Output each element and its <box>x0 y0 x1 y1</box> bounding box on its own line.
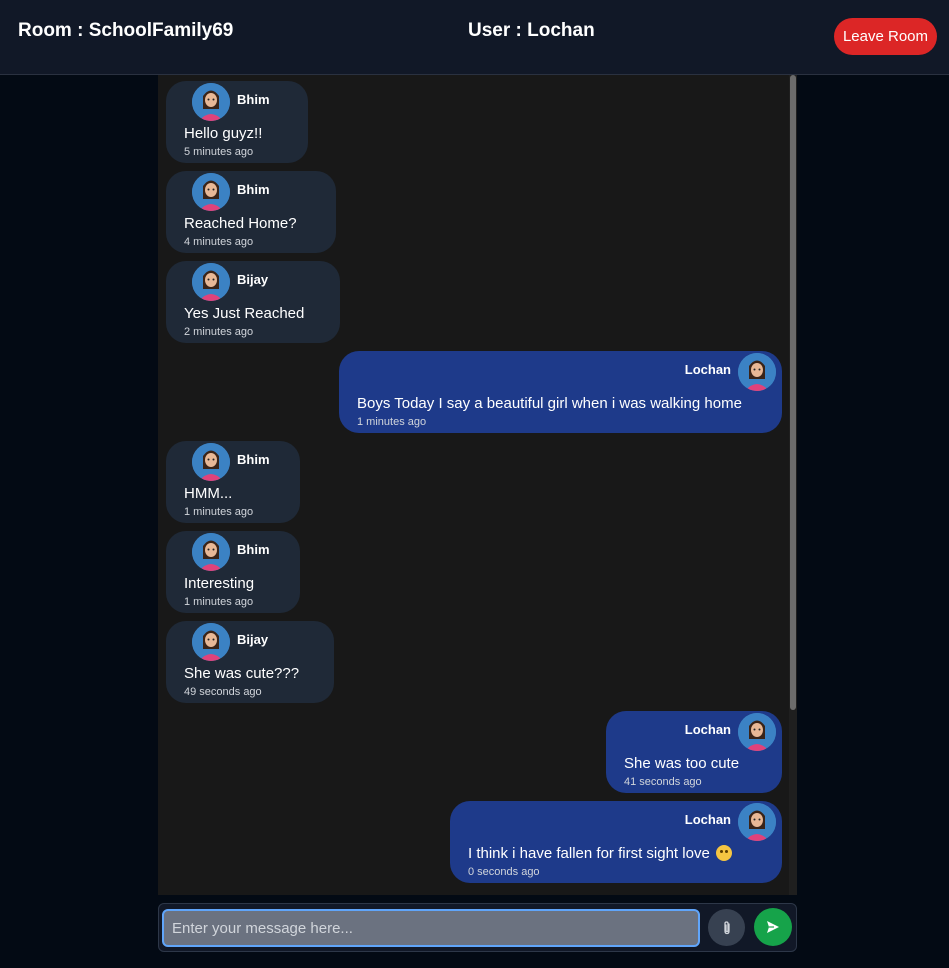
message-timestamp: 1 minutes ago <box>184 596 254 608</box>
user-avatar-icon <box>192 623 230 661</box>
sender-name: Bhim <box>237 452 270 467</box>
message-text: Reached Home? <box>184 215 297 232</box>
user-avatar-icon <box>738 353 776 391</box>
chat-scrollbar[interactable] <box>789 75 797 895</box>
message-bubble: Lochan Boys Today I say a beautiful girl… <box>339 351 782 433</box>
user-avatar-icon <box>192 533 230 571</box>
attach-file-button[interactable] <box>708 909 745 946</box>
message-timestamp: 5 minutes ago <box>184 146 254 158</box>
message-input[interactable] <box>162 909 700 947</box>
message-timestamp: 4 minutes ago <box>184 236 254 248</box>
send-button[interactable] <box>754 908 792 946</box>
message-timestamp: 2 minutes ago <box>184 326 254 338</box>
user-avatar-icon <box>192 443 230 481</box>
current-user: User : Lochan <box>468 20 595 41</box>
message-bubble: Bhim Reached Home? 4 minutes ago <box>166 171 336 253</box>
message-bubble: Bijay She was cute??? 49 seconds ago <box>166 621 334 703</box>
chat-messages[interactable]: Bhim Hello guyz!! 5 minutes ago Bhim Rea… <box>158 75 797 895</box>
paperclip-icon <box>723 920 730 934</box>
smiling-face-emoji-icon <box>715 845 732 861</box>
message-text: Hello guyz!! <box>184 125 263 142</box>
leave-room-button[interactable]: Leave Room <box>834 18 937 55</box>
room-name: Room : SchoolFamily69 <box>18 20 234 41</box>
user-avatar-icon <box>192 263 230 301</box>
user-avatar-icon <box>738 713 776 751</box>
sender-name: Bhim <box>237 542 270 557</box>
message-composer <box>158 903 797 952</box>
user-avatar-icon <box>192 173 230 211</box>
top-header: Room : SchoolFamily69 User : Lochan Leav… <box>0 0 949 75</box>
message-timestamp: 1 minutes ago <box>184 506 254 518</box>
message-bubble: Lochan She was too cute 41 seconds ago <box>606 711 782 793</box>
message-bubble: Lochan I think i have fallen for first s… <box>450 801 782 883</box>
sender-name: Bijay <box>237 272 269 287</box>
message-text: Boys Today I say a beautiful girl when i… <box>357 395 742 412</box>
user-avatar-icon <box>192 83 230 121</box>
sender-name: Bhim <box>237 182 270 197</box>
scrollbar-thumb[interactable] <box>790 75 796 710</box>
sender-name: Lochan <box>684 812 731 827</box>
sender-name: Bijay <box>237 632 269 647</box>
message-timestamp: 1 minutes ago <box>357 416 427 428</box>
message-text: HMM... <box>184 485 233 502</box>
message-text: Interesting <box>184 575 255 592</box>
message-timestamp: 0 seconds ago <box>468 866 540 878</box>
message-bubble: Bijay Yes Just Reached 2 minutes ago <box>166 261 340 343</box>
message-bubble: Bhim Interesting 1 minutes ago <box>166 531 300 613</box>
message-timestamp: 41 seconds ago <box>624 776 702 788</box>
message-timestamp: 49 seconds ago <box>184 686 262 698</box>
message-text: She was cute??? <box>184 665 300 682</box>
message-text: She was too cute <box>624 755 740 772</box>
sender-name: Lochan <box>684 362 731 377</box>
message-text: Yes Just Reached <box>184 305 305 322</box>
message-text: I think i have fallen for first sight lo… <box>468 845 710 862</box>
send-icon <box>767 921 779 933</box>
sender-name: Lochan <box>684 722 731 737</box>
message-text-row: I think i have fallen for first sight lo… <box>468 845 732 862</box>
message-bubble: Bhim HMM... 1 minutes ago <box>166 441 300 523</box>
message-bubble: Bhim Hello guyz!! 5 minutes ago <box>166 81 308 163</box>
sender-name: Bhim <box>237 92 270 107</box>
user-avatar-icon <box>738 803 776 841</box>
